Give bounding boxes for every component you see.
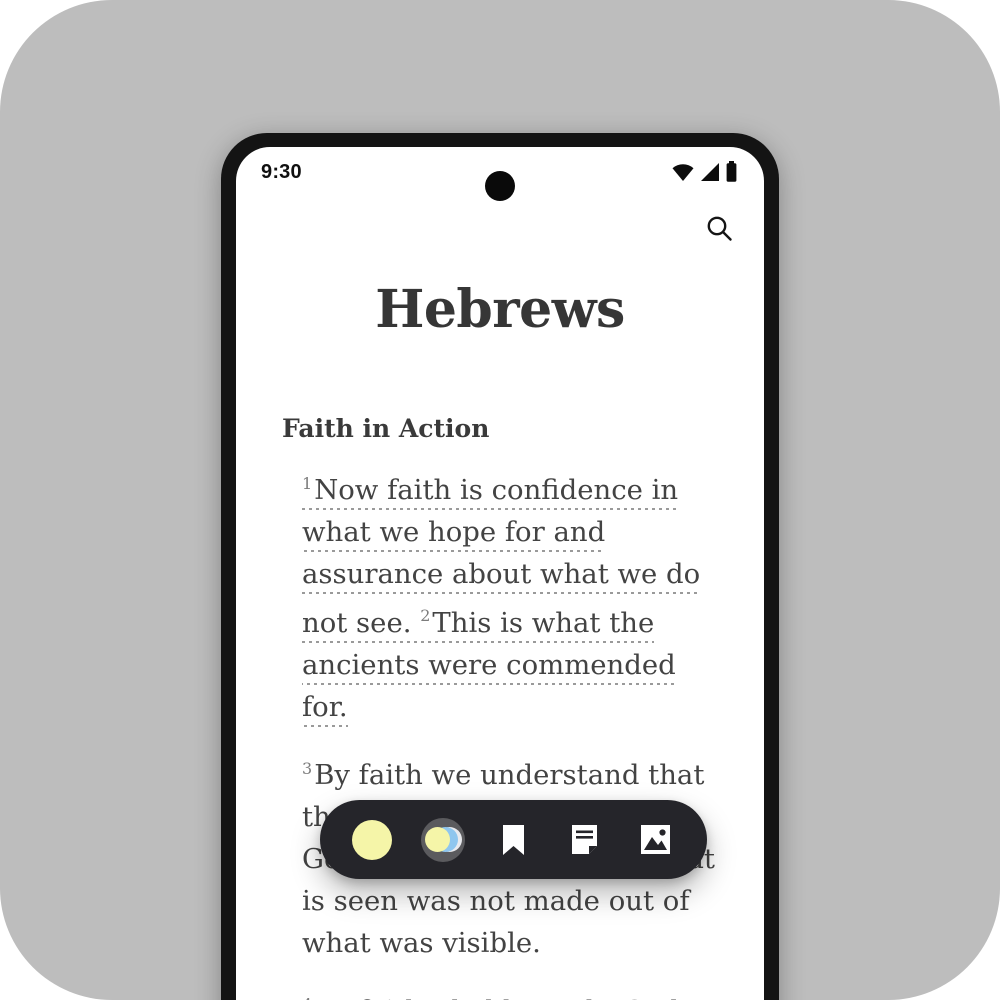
verse-number: 4 [302,995,314,1000]
phone-screen: 9:30 Hebrews Faith in Action 1Now faith … [236,147,764,1000]
phone-device-frame: 9:30 Hebrews Faith in Action 1Now faith … [221,133,779,1000]
verse-text-body: 1Now faith is confidence in what we hope… [282,463,726,1000]
status-bar: 9:30 [236,147,764,201]
page-title: Hebrews [375,279,625,340]
status-bar-clock: 9:30 [261,160,302,183]
annotation-toolbar [320,800,707,879]
yellow-circle-icon [352,819,392,860]
wifi-icon [671,162,695,182]
punch-hole-camera-icon [485,171,515,201]
bookmark-icon [500,824,527,856]
color-picker-icon [420,817,465,862]
verse-number: 3 [302,758,313,778]
section-heading: Faith in Action [282,414,490,444]
bookmark-button[interactable] [488,814,540,866]
search-button[interactable] [698,207,740,249]
battery-icon [725,161,738,183]
verse-number: 1 [302,474,313,494]
verse-paragraph-1[interactable]: 1Now faith is confidence in what we hope… [282,463,726,727]
verse-paragraph-3[interactable]: 4By faith Abel brought God a better offe… [282,984,726,1000]
search-icon [705,214,734,243]
color-picker-button[interactable] [417,814,469,866]
reader-content: Hebrews Faith in Action 1Now faith is co… [236,281,764,1000]
highlight-color-swatch-button[interactable] [346,814,398,866]
note-icon [570,824,599,856]
cellular-signal-icon [699,162,721,182]
verse-text: By faith Abel brought God a better offer… [302,995,722,1000]
verse-number: 2 [420,606,431,626]
app-bar [236,197,764,259]
image-icon [640,824,671,855]
page-root: 9:30 Hebrews Faith in Action 1Now faith … [0,0,1000,1000]
image-button[interactable] [629,814,681,866]
note-button[interactable] [558,814,610,866]
status-bar-icons [671,161,738,183]
